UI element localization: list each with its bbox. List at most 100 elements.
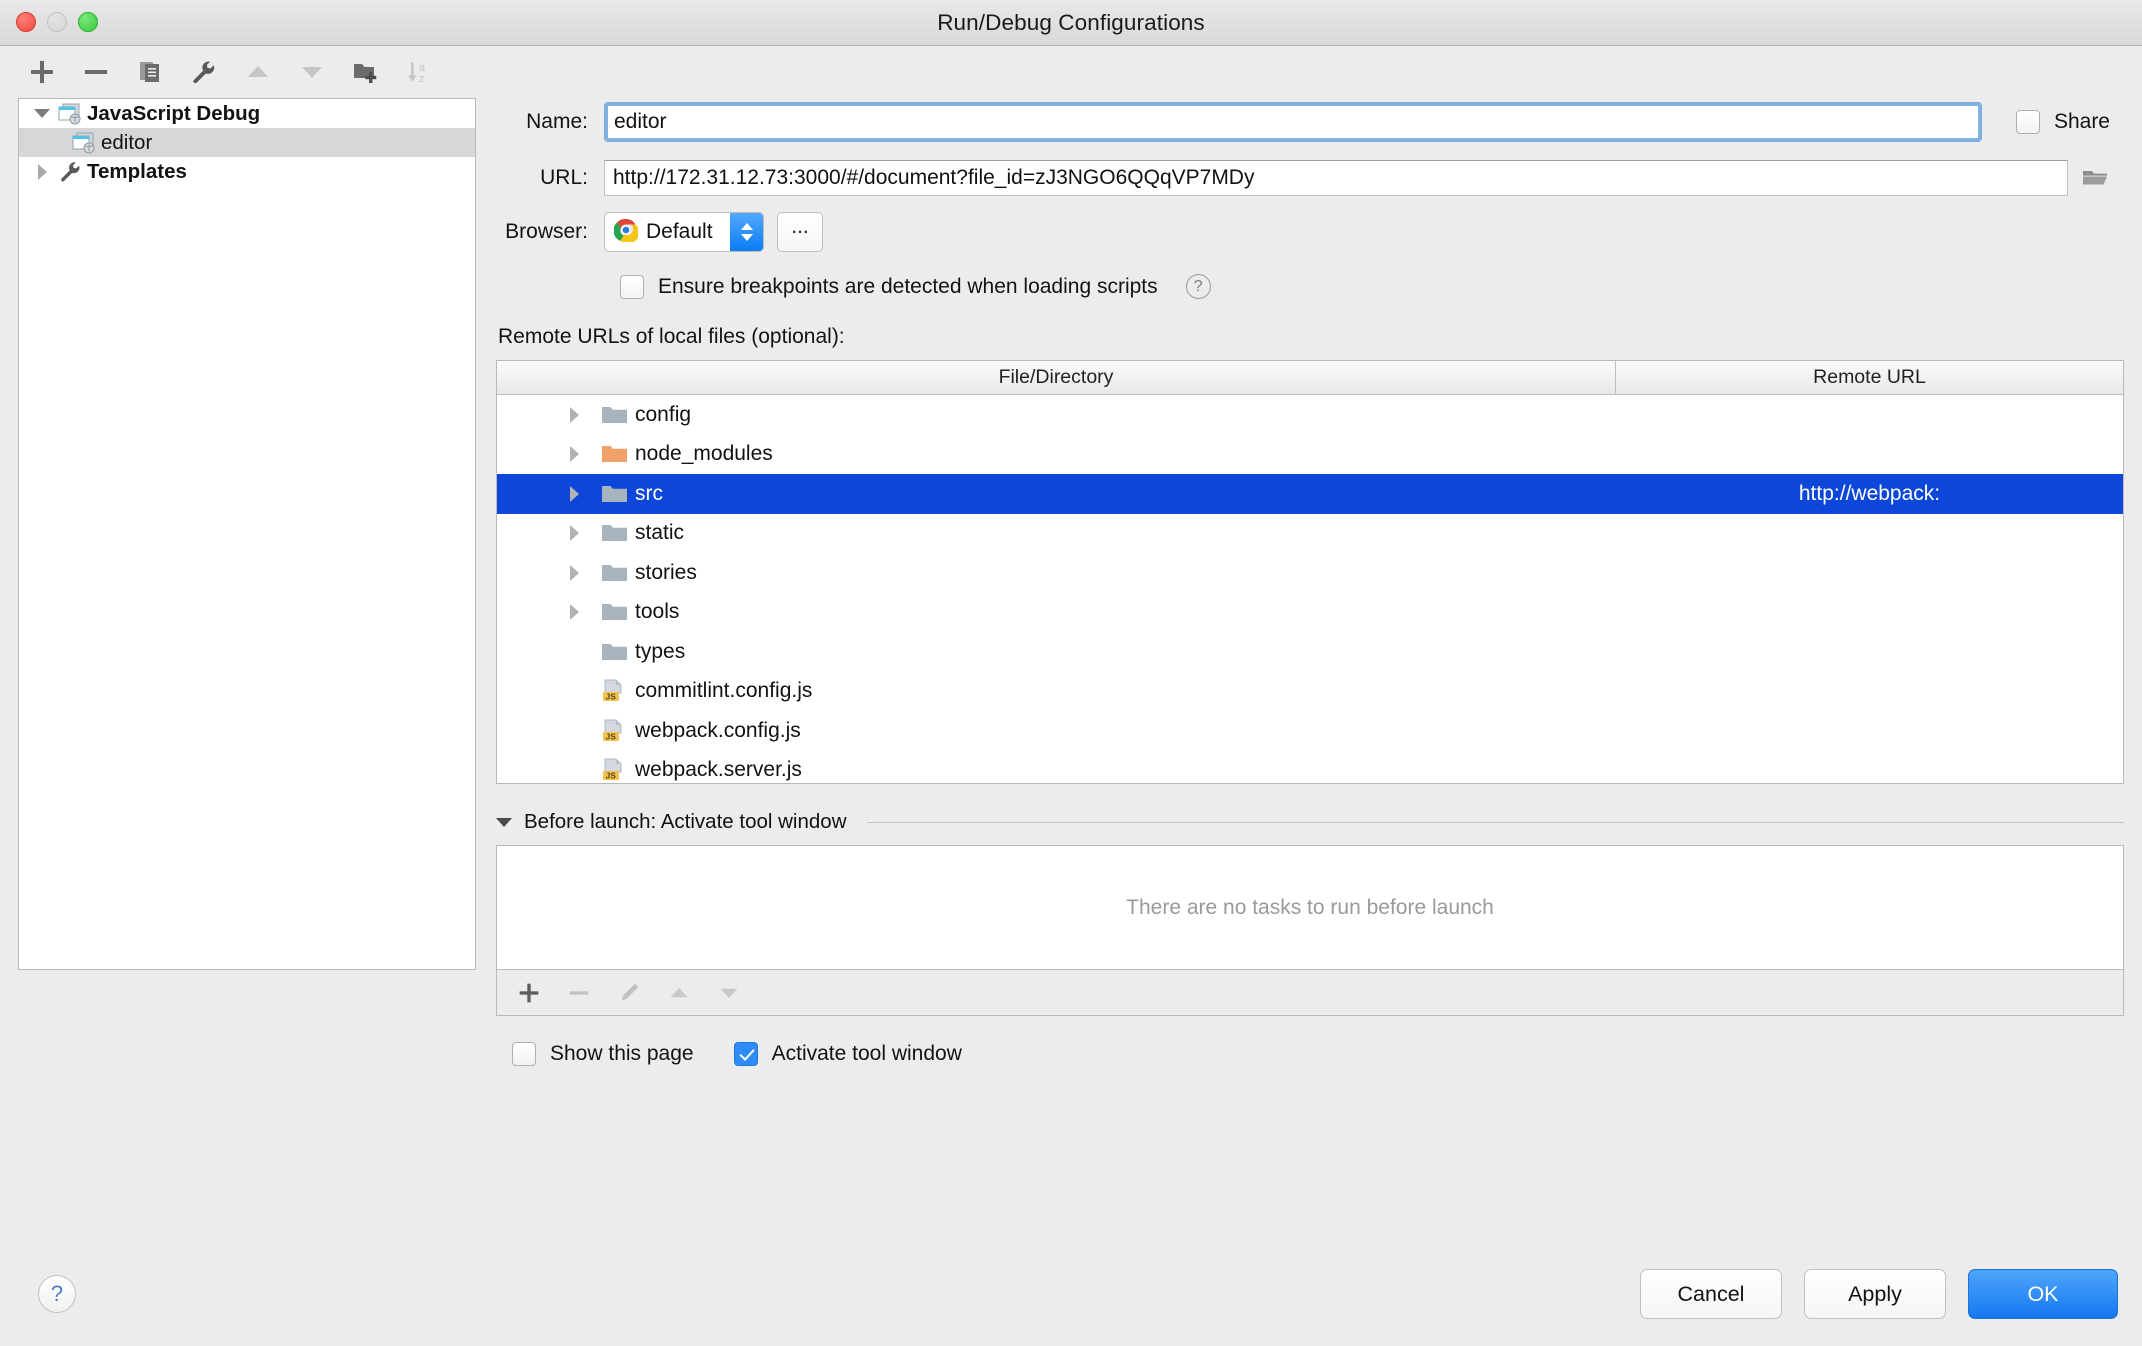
bottom-options-row: Show this page Activate tool window	[496, 1042, 2124, 1066]
add-task-button[interactable]	[511, 976, 547, 1010]
table-row[interactable]: tools	[497, 593, 2123, 633]
before-launch-task-list[interactable]: There are no tasks to run before launch	[496, 845, 2124, 970]
chrome-icon	[613, 218, 640, 247]
browser-row: Browser: Default ...	[496, 212, 2124, 252]
close-window-button[interactable]	[16, 12, 36, 32]
remote-urls-table[interactable]: File/Directory Remote URL config node_mo…	[496, 360, 2124, 784]
name-input[interactable]	[604, 102, 1982, 142]
ensure-breakpoints-checkbox[interactable]	[620, 274, 644, 299]
move-down-button[interactable]	[292, 54, 332, 90]
expand-toggle-javascript-debug[interactable]	[29, 109, 55, 118]
browser-label: Browser:	[505, 220, 588, 243]
activate-tool-window-label: Activate tool window	[771, 1042, 962, 1065]
before-launch-title: Before launch: Activate tool window	[524, 810, 847, 833]
table-row[interactable]: JS commitlint.config.js	[497, 672, 2123, 712]
column-header-file-directory[interactable]: File/Directory	[497, 361, 1616, 394]
file-name: static	[635, 521, 685, 545]
file-name: webpack.server.js	[635, 758, 802, 782]
activate-tool-window-checkbox[interactable]	[733, 1042, 758, 1066]
table-row[interactable]: types	[497, 632, 2123, 672]
tree-node-label: Templates	[87, 159, 187, 183]
svg-text:JS: JS	[606, 692, 617, 702]
expand-toggle-icon[interactable]	[555, 406, 593, 423]
table-row[interactable]: config	[497, 395, 2123, 435]
chevron-up-icon	[740, 223, 753, 230]
chevron-down-icon[interactable]	[496, 817, 512, 827]
expand-toggle-icon[interactable]	[555, 525, 593, 542]
copy-configuration-button[interactable]	[130, 54, 170, 90]
table-row[interactable]: JS webpack.server.js	[497, 751, 2123, 784]
file-name: webpack.config.js	[635, 718, 801, 742]
file-name: config	[635, 402, 692, 426]
new-folder-button[interactable]	[346, 54, 386, 90]
minimize-window-button[interactable]	[47, 12, 67, 32]
folder-icon	[593, 404, 635, 426]
folder-icon	[593, 601, 635, 623]
configurations-tree[interactable]: JavaScript Debug editor Templates	[18, 98, 476, 970]
expand-toggle-icon[interactable]	[555, 564, 593, 581]
tree-node-editor[interactable]: editor	[19, 128, 475, 157]
url-input[interactable]: http://172.31.12.73:3000/#/document?file…	[604, 160, 2068, 196]
apply-button[interactable]: Apply	[1804, 1269, 1946, 1319]
js-file-icon: JS	[593, 719, 635, 743]
browser-select[interactable]: Default	[604, 212, 764, 252]
add-button[interactable]	[22, 54, 62, 90]
table-row[interactable]: static	[497, 514, 2123, 554]
show-this-page-checkbox[interactable]	[512, 1042, 536, 1066]
configuration-editor-panel: Name: Share URL: http://172.31.12.73:300…	[476, 98, 2124, 1066]
browser-settings-button[interactable]: ...	[777, 212, 823, 252]
share-checkbox-group[interactable]: Share	[2015, 110, 2110, 134]
share-checkbox[interactable]	[2015, 110, 2040, 134]
file-name: types	[635, 639, 686, 663]
column-header-remote-url[interactable]: Remote URL	[1616, 361, 2123, 394]
expand-toggle-icon[interactable]	[555, 604, 593, 621]
expand-toggle-templates[interactable]	[29, 163, 55, 180]
help-icon[interactable]: ?	[1185, 274, 1211, 299]
folder-icon	[593, 522, 635, 544]
ensure-breakpoints-row: Ensure breakpoints are detected when loa…	[496, 274, 2124, 299]
js-file-icon: JS	[593, 758, 635, 782]
move-task-up-button[interactable]	[661, 976, 697, 1010]
svg-text:JS: JS	[606, 731, 617, 741]
before-launch-header[interactable]: Before launch: Activate tool window	[496, 810, 2124, 834]
remote-url-value[interactable]: http://webpack:	[1616, 482, 2123, 506]
browser-selected-value: Default	[646, 220, 713, 243]
zoom-window-button[interactable]	[78, 12, 98, 32]
expand-toggle-icon[interactable]	[555, 446, 593, 463]
folder-icon	[593, 641, 635, 663]
browser-stepper[interactable]	[730, 213, 763, 251]
tree-node-javascript-debug[interactable]: JavaScript Debug	[19, 99, 475, 128]
sort-alphabetically-button[interactable]: a z	[400, 54, 440, 90]
expand-toggle-icon[interactable]	[555, 485, 593, 502]
edit-task-button[interactable]	[611, 976, 647, 1010]
help-button[interactable]: ?	[38, 1275, 76, 1313]
file-name: tools	[635, 600, 680, 624]
move-task-down-button[interactable]	[711, 976, 747, 1010]
folder-open-icon	[2083, 171, 2107, 185]
table-row[interactable]: node_modules	[497, 435, 2123, 475]
move-up-button[interactable]	[238, 54, 278, 90]
folder-icon	[593, 483, 635, 505]
configurations-toolbar: a z	[0, 46, 2142, 98]
file-name: commitlint.config.js	[635, 679, 813, 703]
window-title: Run/Debug Configurations	[937, 9, 1205, 35]
remove-button[interactable]	[76, 54, 116, 90]
svg-text:JS: JS	[606, 771, 617, 781]
browse-url-button[interactable]	[2068, 160, 2124, 196]
js-file-icon: JS	[593, 679, 635, 703]
ok-button[interactable]: OK	[1968, 1269, 2118, 1319]
tree-node-templates[interactable]: Templates	[19, 157, 475, 186]
chevron-down-icon	[740, 234, 753, 241]
name-label: Name:	[526, 110, 588, 133]
remove-task-button[interactable]	[561, 976, 597, 1010]
dialog-footer: ? Cancel Apply OK	[0, 1242, 2142, 1346]
tree-node-label: JavaScript Debug	[87, 101, 261, 125]
svg-text:z: z	[419, 73, 425, 85]
window-title-bar: Run/Debug Configurations	[0, 0, 2142, 46]
table-row[interactable]: src http://webpack:	[497, 474, 2123, 514]
table-row[interactable]: stories	[497, 553, 2123, 593]
cancel-button[interactable]: Cancel	[1640, 1269, 1782, 1319]
javascript-debug-icon	[55, 103, 85, 125]
edit-templates-button[interactable]	[184, 54, 224, 90]
table-row[interactable]: JS webpack.config.js	[497, 711, 2123, 751]
